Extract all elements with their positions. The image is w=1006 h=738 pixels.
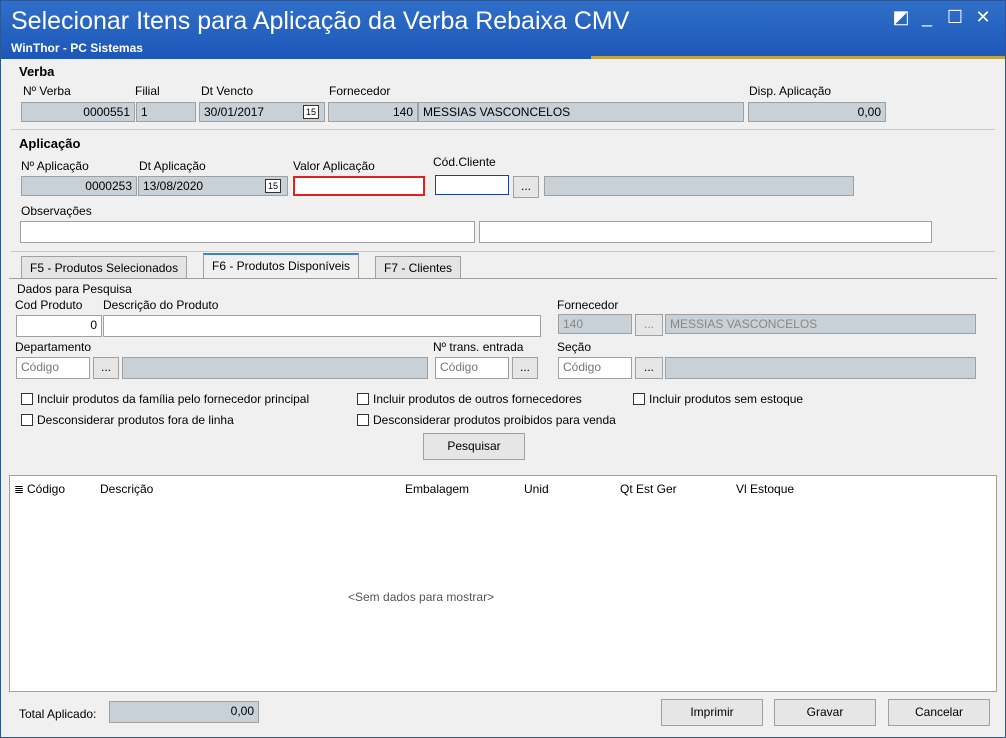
pesquisar-button[interactable]: Pesquisar xyxy=(423,433,525,460)
fornecedor-lookup-button[interactable]: ... xyxy=(635,314,663,336)
checkbox-fora-de-linha[interactable] xyxy=(21,414,33,426)
departamento-nome-field[interactable] xyxy=(122,357,428,379)
verba-numero-field[interactable]: 0000551 xyxy=(21,102,135,122)
verba-fornecedor-nome-field[interactable]: MESSIAS VASCONCELOS xyxy=(418,102,744,122)
total-aplicado-label: Total Aplicado: xyxy=(19,707,97,721)
departamento-input[interactable]: Código xyxy=(16,357,90,379)
trans-entrada-input[interactable]: Código xyxy=(435,357,509,379)
cliente-lookup-button[interactable]: ... xyxy=(513,176,539,198)
checkbox-sem-estoque[interactable] xyxy=(633,393,645,405)
calendar-icon[interactable]: 15 xyxy=(265,179,281,193)
checkbox-outros-fornecedores[interactable] xyxy=(357,393,369,405)
observacoes-label: Observações xyxy=(21,204,92,218)
main-window: Selecionar Itens para Aplicação da Verba… xyxy=(0,0,1006,738)
secao-label: Seção xyxy=(557,340,592,354)
departamento-lookup-button[interactable]: ... xyxy=(93,357,119,379)
tab-produtos-selecionados[interactable]: F5 - Produtos Selecionados xyxy=(21,256,188,278)
divider xyxy=(11,129,995,130)
descricao-produto-input[interactable] xyxy=(103,315,541,337)
total-aplicado-field[interactable]: 0,00 xyxy=(109,701,259,723)
grid-column-header[interactable]: Descrição xyxy=(100,482,153,496)
imprimir-button[interactable]: Imprimir xyxy=(661,699,763,726)
results-grid[interactable]: ≣ Código Descrição Embalagem Unid Qt Est… xyxy=(9,475,997,692)
secao-input[interactable]: Código xyxy=(558,357,632,379)
checkbox-sem-estoque-label: Incluir produtos sem estoque xyxy=(649,392,804,406)
title-accent-stripe xyxy=(591,56,1005,59)
window-title: Selecionar Itens para Aplicação da Verba… xyxy=(11,7,630,35)
valor-aplicacao-input[interactable] xyxy=(293,176,425,196)
verba-section-title: Verba xyxy=(19,64,55,79)
checkbox-fora-de-linha-label: Desconsiderar produtos fora de linha xyxy=(37,413,234,427)
checkbox-proibidos-venda-label: Desconsiderar produtos proibidos para ve… xyxy=(373,413,616,427)
title-bar: Selecionar Itens para Aplicação da Verba… xyxy=(1,1,1005,59)
fornecedor-nome-field[interactable]: MESSIAS VASCONCELOS xyxy=(665,314,976,334)
aplicacao-numero-label: Nº Aplicação xyxy=(21,159,89,173)
calendar-icon[interactable]: 15 xyxy=(303,105,319,119)
cod-cliente-input[interactable] xyxy=(435,175,509,195)
verba-fornecedor-label: Fornecedor xyxy=(329,84,391,98)
grid-column-header[interactable]: Embalagem xyxy=(405,482,469,496)
aplicacao-valor-label: Valor Aplicação xyxy=(293,159,375,173)
restore-icon[interactable]: ◩ xyxy=(889,7,913,28)
aplicacao-dt-label: Dt Aplicação xyxy=(139,159,206,173)
verba-disp-field[interactable]: 0,00 xyxy=(748,102,886,122)
cod-produto-input[interactable]: 0 xyxy=(16,315,102,337)
trans-entrada-lookup-button[interactable]: ... xyxy=(512,357,538,379)
fornecedor-cod-field[interactable]: 140 xyxy=(558,314,632,334)
gravar-button[interactable]: Gravar xyxy=(774,699,876,726)
cliente-nome-field[interactable] xyxy=(544,176,854,196)
observacoes-input-1[interactable] xyxy=(20,221,475,243)
tab-produtos-disponiveis[interactable]: F6 - Produtos Disponíveis xyxy=(203,253,360,279)
minimize-icon[interactable]: _ xyxy=(915,7,939,28)
aplicacao-numero-field[interactable]: 0000253 xyxy=(21,176,137,196)
grid-column-header[interactable]: Vl Estoque xyxy=(736,482,794,496)
checkbox-outros-fornecedores-label: Incluir produtos de outros fornecedores xyxy=(373,392,582,406)
verba-filial-field[interactable]: 1 xyxy=(136,102,196,122)
grid-empty-text: <Sem dados para mostrar> xyxy=(348,590,495,604)
cod-produto-label: Cod Produto xyxy=(15,298,83,312)
tab-strip-line xyxy=(9,278,997,279)
divider xyxy=(11,251,995,252)
cod-cliente-label: Cód.Cliente xyxy=(433,155,496,169)
verba-filial-label: Filial xyxy=(135,84,160,98)
grid-column-header[interactable]: Código xyxy=(27,482,65,496)
close-icon[interactable]: ✕ xyxy=(971,7,995,28)
aplicacao-section-title: Aplicação xyxy=(19,136,81,151)
checkbox-familia-fornecedor-label: Incluir produtos da família pelo fornece… xyxy=(37,392,310,406)
grid-column-header[interactable]: Unid xyxy=(524,482,549,496)
pesquisa-section-title: Dados para Pesquisa xyxy=(17,282,132,296)
checkbox-proibidos-venda[interactable] xyxy=(357,414,369,426)
trans-entrada-label: Nº trans. entrada xyxy=(433,340,524,354)
checkbox-familia-fornecedor[interactable] xyxy=(21,393,33,405)
verba-fornecedor-cod-field[interactable]: 140 xyxy=(328,102,418,122)
fornecedor-label: Fornecedor xyxy=(557,298,619,312)
verba-dt-vencto-label: Dt Vencto xyxy=(201,84,254,98)
grid-column-header[interactable]: Qt Est Ger xyxy=(620,482,677,496)
grid-column-menu-icon[interactable]: ≣ xyxy=(14,482,24,496)
secao-lookup-button[interactable]: ... xyxy=(635,357,663,379)
departamento-label: Departamento xyxy=(15,340,92,354)
cancelar-button[interactable]: Cancelar xyxy=(888,699,990,726)
verba-disp-label: Disp. Aplicação xyxy=(749,84,832,98)
window-subtitle: WinThor - PC Sistemas xyxy=(11,41,143,55)
tab-clientes[interactable]: F7 - Clientes xyxy=(375,256,462,278)
maximize-icon[interactable]: ☐ xyxy=(943,7,967,28)
secao-nome-field[interactable] xyxy=(665,357,976,379)
descricao-produto-label: Descrição do Produto xyxy=(103,298,219,312)
verba-numero-label: Nº Verba xyxy=(23,84,71,98)
observacoes-input-2[interactable] xyxy=(479,221,932,243)
